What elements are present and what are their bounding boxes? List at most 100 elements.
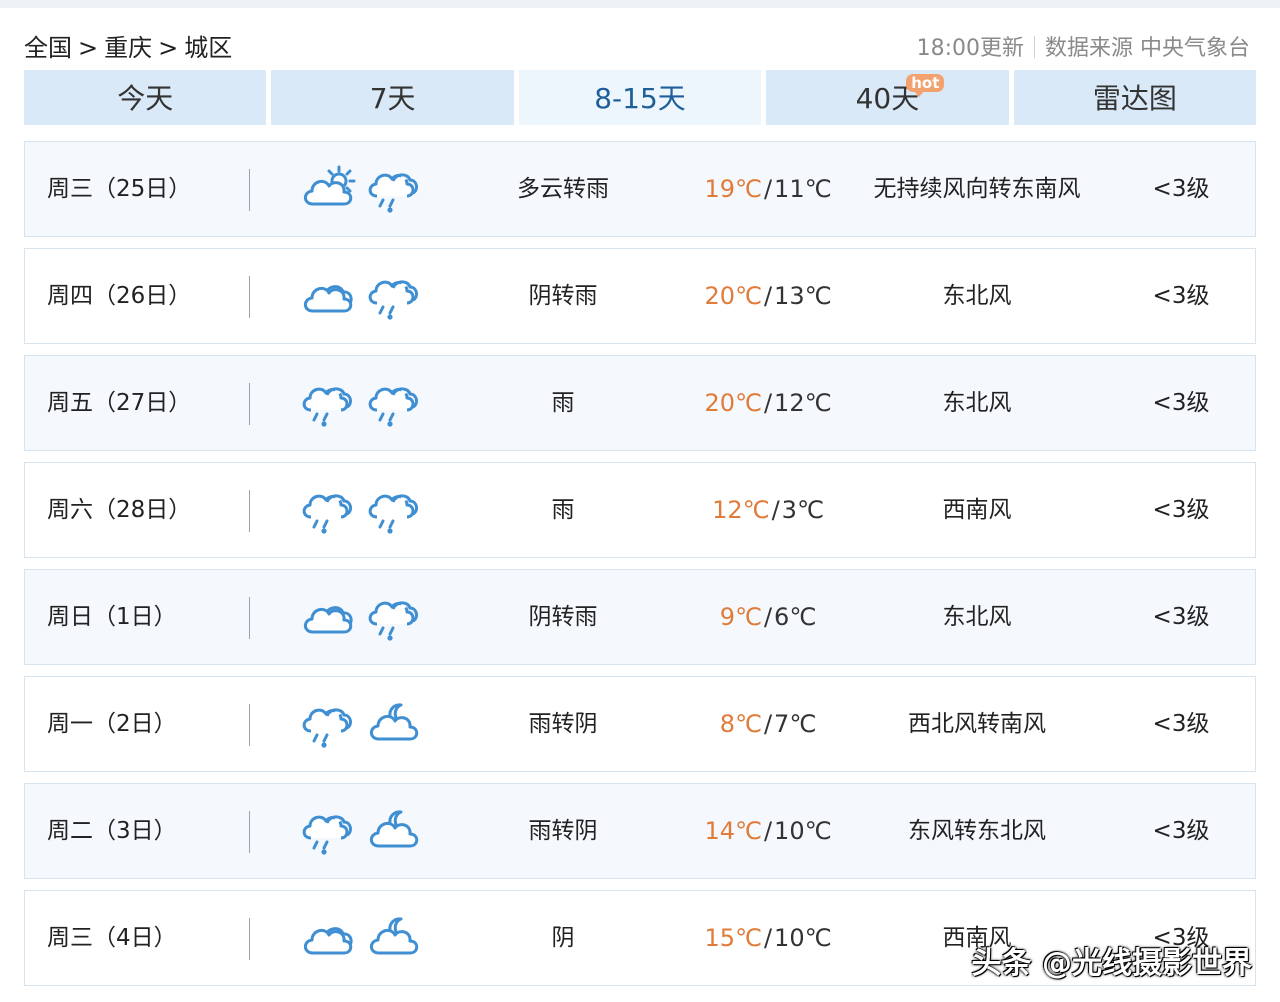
wind-level: <3级 — [1152, 390, 1210, 416]
low-temp: 10℃ — [774, 817, 832, 845]
high-temp: 20℃ — [704, 282, 762, 310]
wind-level: <3级 — [1152, 818, 1210, 844]
cloudy-icon — [299, 271, 357, 321]
top-strip — [0, 0, 1280, 8]
temp-separator: / — [763, 817, 773, 845]
forecast-date: 周三（4日） — [47, 925, 177, 951]
low-temp: 12℃ — [774, 389, 832, 417]
breadcrumb-separator: > — [158, 34, 179, 62]
weather-description: 雨 — [551, 497, 575, 523]
header: 全国 > 重庆 > 城区 18:00更新 数据来源 中央气象台 — [24, 28, 1256, 62]
cloudy-night-icon — [365, 913, 423, 963]
tab-label: 7天 — [369, 82, 416, 115]
weather-description: 多云转雨 — [517, 176, 609, 202]
low-temp: 10℃ — [774, 924, 832, 952]
low-temp: 6℃ — [774, 603, 817, 631]
wind-direction: 西北风转南风 — [908, 711, 1046, 737]
forecast-date: 周五（27日） — [47, 390, 192, 416]
wind-direction: 东风转东北风 — [908, 818, 1046, 844]
temperature-range: 15℃/10℃ — [685, 891, 851, 985]
temperature-range: 20℃/12℃ — [685, 356, 851, 450]
weather-description: 雨转阴 — [528, 818, 598, 844]
weather-icons — [299, 592, 431, 642]
forecast-date: 周三（25日） — [47, 176, 192, 202]
breadcrumb-chongqing[interactable]: 重庆 — [104, 28, 152, 63]
column-divider — [249, 490, 250, 532]
partly-cloudy-day-icon — [299, 164, 357, 214]
temperature-range: 8℃/7℃ — [685, 677, 851, 771]
forecast-tabs: 今天 7天 8-15天 40天 hot 雷达图 — [24, 70, 1257, 125]
wind-direction: 东北风 — [942, 283, 1012, 309]
high-temp: 9℃ — [719, 603, 762, 631]
temp-separator: / — [763, 175, 773, 203]
high-temp: 8℃ — [719, 710, 762, 738]
high-temp: 15℃ — [704, 924, 762, 952]
meta-divider — [1034, 36, 1035, 58]
high-temp: 20℃ — [704, 389, 762, 417]
update-meta: 18:00更新 数据来源 中央气象台 — [917, 30, 1250, 62]
tab-8-15-days[interactable]: 8-15天 — [518, 70, 762, 125]
tab-radar[interactable]: 雷达图 — [1013, 70, 1257, 125]
rain-icon — [299, 378, 357, 428]
high-temp: 12℃ — [712, 496, 770, 524]
wind-level: <3级 — [1152, 176, 1210, 202]
rain-icon — [365, 592, 423, 642]
breadcrumb: 全国 > 重庆 > 城区 — [24, 28, 232, 63]
temp-separator: / — [771, 496, 780, 524]
update-time: 18:00更新 — [916, 36, 1024, 61]
forecast-row: 周六（28日） 雨 12℃/3℃ 西南风 <3级 — [24, 462, 1256, 558]
forecast-date: 周日（1日） — [47, 604, 177, 630]
weather-icons — [299, 806, 431, 856]
breadcrumb-national[interactable]: 全国 — [24, 28, 72, 63]
high-temp: 19℃ — [704, 175, 762, 203]
data-source: 数据来源 中央气象台 — [1045, 36, 1250, 61]
column-divider — [249, 704, 250, 746]
temperature-range: 14℃/10℃ — [685, 784, 851, 878]
temperature-range: 19℃/11℃ — [685, 142, 851, 236]
wind-direction: 东北风 — [942, 390, 1012, 416]
forecast-row: 周一（2日） 雨转阴 8℃/7℃ 西北风转南风 <3级 — [24, 676, 1256, 772]
weather-description: 阴 — [551, 925, 575, 951]
cloudy-icon — [299, 913, 357, 963]
hot-badge: hot — [906, 74, 945, 97]
temperature-range: 9℃/6℃ — [685, 570, 851, 664]
weather-icons — [299, 485, 431, 535]
temp-separator: / — [763, 282, 773, 310]
cloudy-night-icon — [365, 699, 423, 749]
tab-label: 雷达图 — [1092, 82, 1177, 115]
rain-icon — [365, 164, 423, 214]
low-temp: 11℃ — [774, 175, 832, 203]
cloudy-night-icon — [365, 806, 423, 856]
weather-description: 雨 — [551, 390, 575, 416]
weather-icons — [299, 378, 431, 428]
temp-separator: / — [763, 389, 773, 417]
high-temp: 14℃ — [704, 817, 762, 845]
temperature-range: 12℃/3℃ — [685, 463, 851, 557]
low-temp: 13℃ — [774, 282, 832, 310]
breadcrumb-separator: > — [78, 34, 99, 62]
forecast-row: 周三（25日） 多云转雨 19℃/11℃ 无持续风向转东南风 <3级 — [24, 141, 1256, 237]
tab-label: 今天 — [117, 82, 174, 115]
wind-direction: 西南风 — [942, 497, 1012, 523]
forecast-row: 周四（26日） 阴转雨 20℃/13℃ 东北风 <3级 — [24, 248, 1256, 344]
rain-icon — [365, 485, 423, 535]
cloudy-icon — [299, 592, 357, 642]
temp-separator: / — [763, 924, 773, 952]
tab-7-days[interactable]: 7天 — [271, 70, 514, 125]
wind-direction: 东北风 — [942, 604, 1012, 630]
weather-icons — [299, 271, 431, 321]
forecast-date: 周六（28日） — [47, 497, 192, 523]
wind-level: <3级 — [1152, 711, 1210, 737]
forecast-row: 周日（1日） 阴转雨 9℃/6℃ 东北风 <3级 — [24, 569, 1256, 665]
tab-40-days[interactable]: 40天 hot — [766, 70, 1009, 125]
tab-today[interactable]: 今天 — [24, 70, 267, 125]
column-divider — [249, 169, 250, 211]
wind-level: <3级 — [1152, 497, 1210, 523]
rain-icon — [365, 271, 423, 321]
rain-icon — [299, 806, 357, 856]
low-temp: 7℃ — [774, 710, 817, 738]
column-divider — [249, 383, 250, 425]
temp-separator: / — [763, 603, 773, 631]
weather-icons — [299, 164, 431, 214]
column-divider — [249, 918, 250, 960]
